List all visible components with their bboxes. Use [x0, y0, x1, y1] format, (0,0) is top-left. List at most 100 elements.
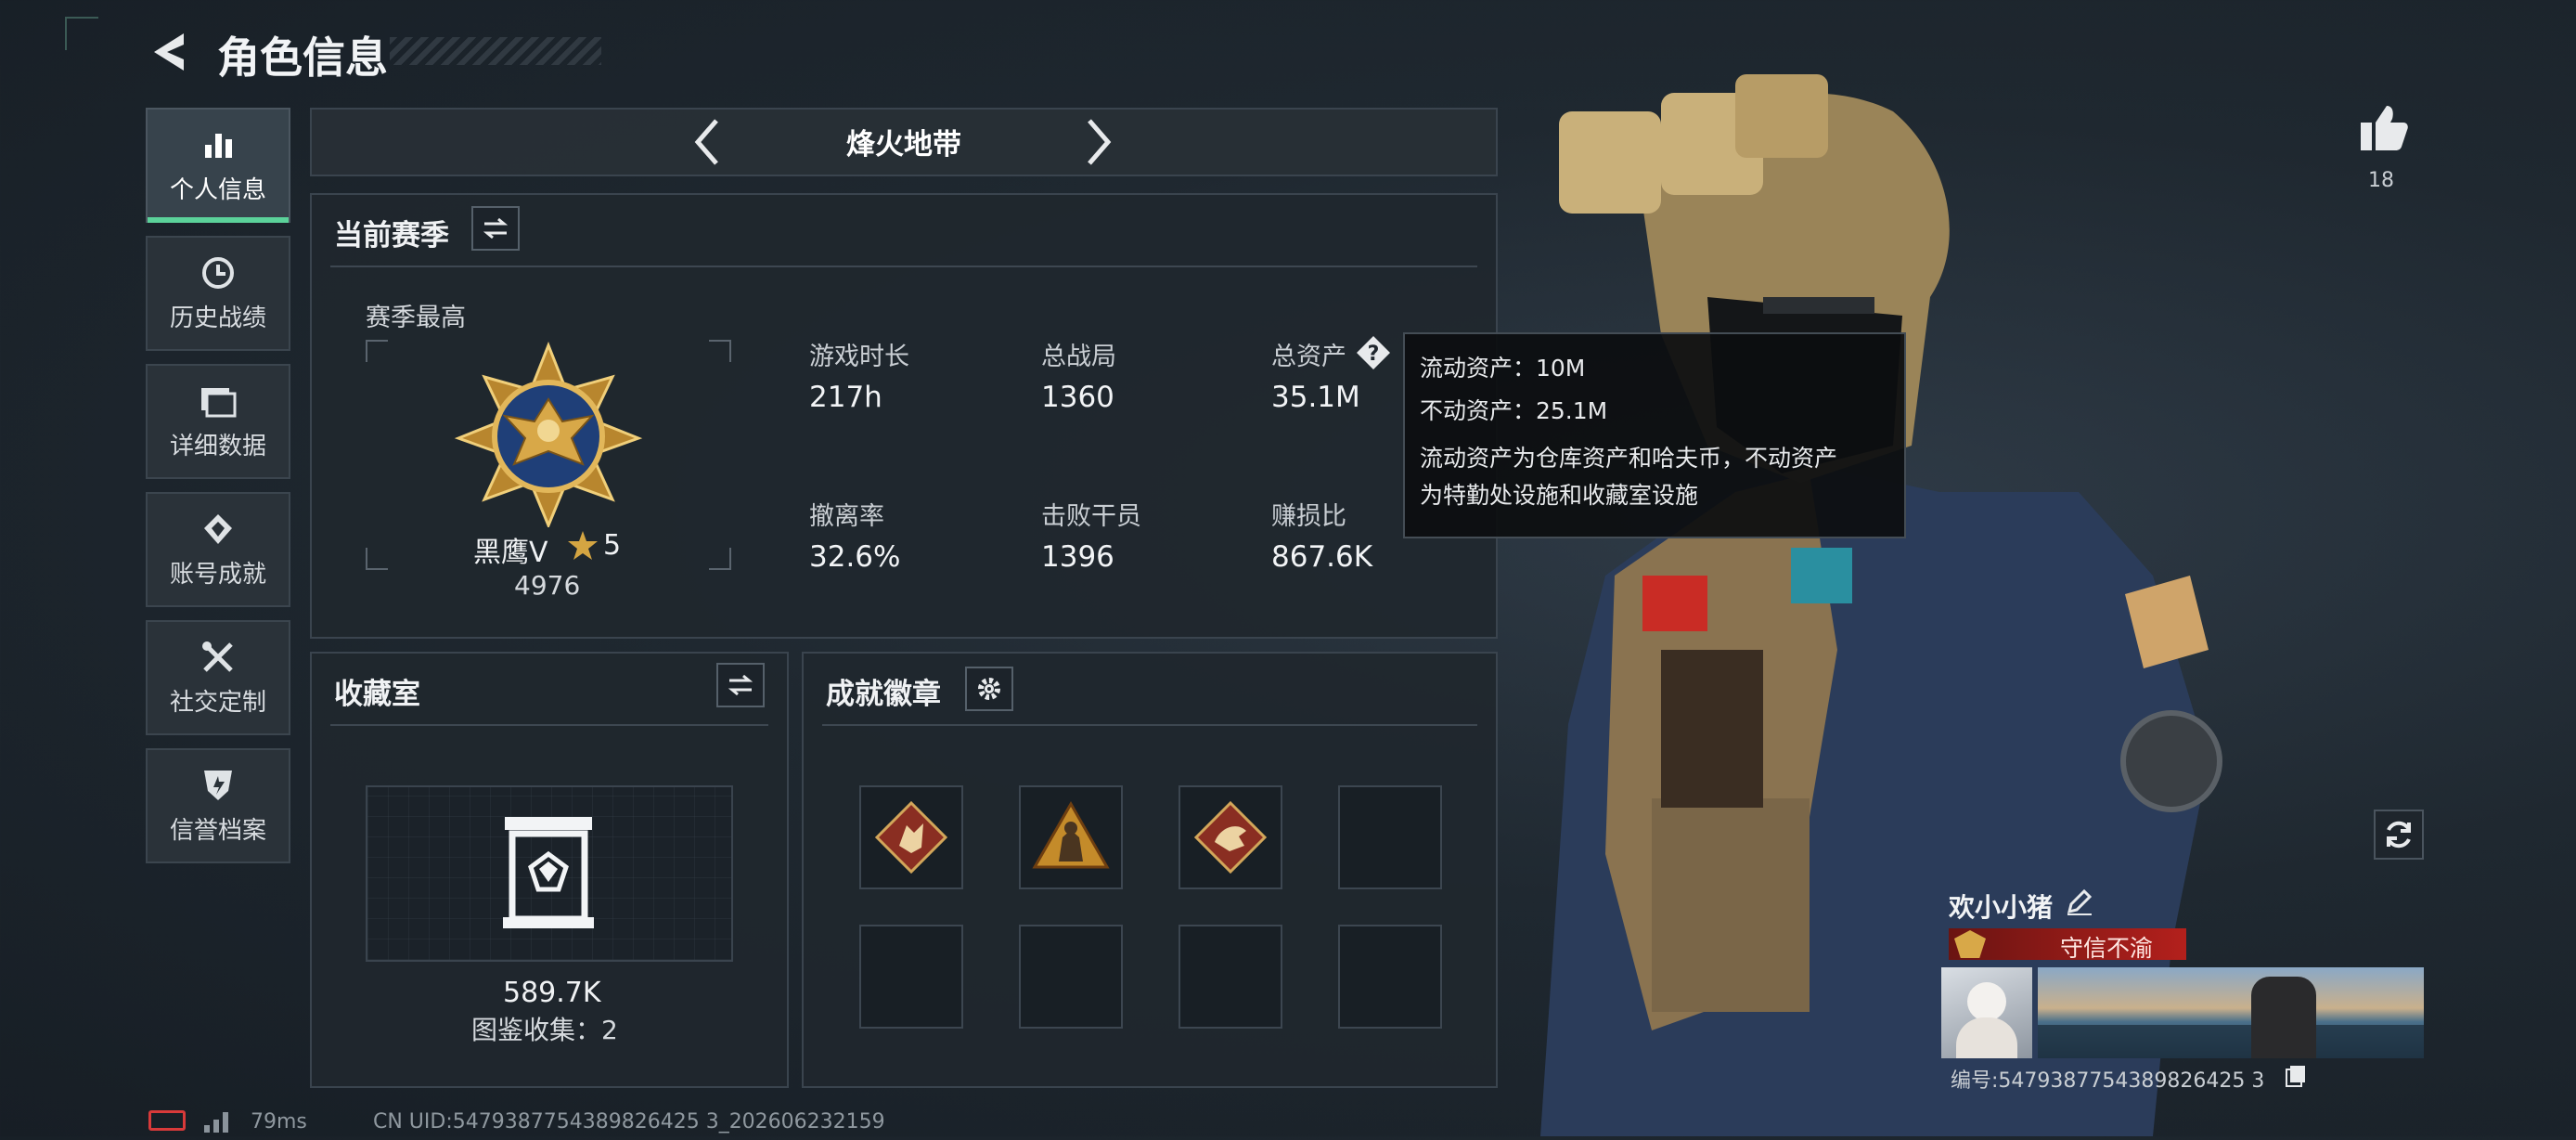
- previous-mode-button[interactable]: [687, 115, 728, 169]
- sidebar-item-personal-info[interactable]: 个人信息: [146, 108, 290, 223]
- stat-value-total-matches: 1360: [1041, 381, 1114, 414]
- sidebar-item-label: 历史战绩: [169, 304, 266, 332]
- like-count: 18: [2368, 169, 2394, 192]
- rank-star-icon: [566, 529, 599, 563]
- tooltip-description-line1: 流动资产为仓库资产和哈夫币，不动资产: [1420, 445, 1838, 472]
- bar-chart-icon: [148, 124, 289, 165]
- collection-switch-button[interactable]: [716, 663, 765, 707]
- chevron-right-icon: [1088, 119, 1112, 165]
- copy-icon: [2286, 1066, 2305, 1087]
- rank-points: 4976: [514, 570, 581, 601]
- title-stripes: [390, 37, 601, 65]
- clock-icon: [148, 253, 289, 293]
- stat-label-total-matches: 总战局: [1041, 343, 1116, 371]
- season-switch-button[interactable]: [471, 206, 520, 251]
- corner-decoration: [65, 17, 98, 50]
- rank-emblem: [453, 341, 644, 529]
- season-title: 当前赛季: [334, 219, 449, 253]
- stat-value-profit-ratio: 867.6K: [1271, 540, 1373, 574]
- sidebar-item-label: 详细数据: [169, 433, 266, 460]
- badge-slot[interactable]: [859, 785, 963, 889]
- stat-label-total-assets: 总资产: [1271, 343, 1346, 371]
- badge-slot[interactable]: [859, 925, 963, 1029]
- stat-value-playtime: 217h: [809, 381, 882, 414]
- collection-count: 图鉴收集：2: [471, 1015, 618, 1045]
- back-button[interactable]: [147, 28, 193, 76]
- divider: [822, 724, 1477, 726]
- badge-slot[interactable]: [1019, 925, 1123, 1029]
- tooltip-fixed-assets: 不动资产：25.1M: [1420, 397, 1608, 424]
- assets-help-icon[interactable]: ?: [1355, 334, 1392, 371]
- badge-slot[interactable]: [1019, 785, 1123, 889]
- tooltip-description-line2: 为特勤处设施和收藏室设施: [1420, 482, 1699, 509]
- badge-slot[interactable]: [1338, 925, 1442, 1029]
- gear-icon: [978, 678, 1000, 700]
- ping-label: 79ms: [251, 1110, 307, 1134]
- player-banner: [2038, 967, 2424, 1058]
- rank-name: 黑鹰V: [473, 537, 548, 569]
- sidebar-item-social[interactable]: 社交定制: [146, 620, 290, 735]
- mode-title: 烽火地带: [846, 128, 961, 162]
- assets-tooltip: 流动资产：10M 不动资产：25.1M 流动资产为仓库资产和哈夫币，不动资产 为…: [1403, 332, 1906, 538]
- collection-value: 589.7K: [503, 977, 601, 1009]
- sidebar-item-label: 个人信息: [169, 176, 266, 204]
- soldier-badge-icon: [1032, 800, 1110, 869]
- badges-settings-button[interactable]: [965, 667, 1013, 711]
- collection-title: 收藏室: [334, 678, 420, 711]
- chevron-left-icon: [694, 119, 718, 165]
- badge-slot[interactable]: [1179, 925, 1282, 1029]
- shield-icon: [148, 765, 289, 806]
- copy-id-button[interactable]: [2285, 1064, 2307, 1088]
- active-indicator: [148, 217, 289, 223]
- pencil-icon: [2067, 888, 2093, 915]
- sidebar-item-reputation[interactable]: 信誉档案: [146, 748, 290, 863]
- swap-icon: [728, 674, 753, 696]
- sidebar-item-label: 社交定制: [169, 689, 266, 717]
- badge-slot[interactable]: [1338, 785, 1442, 889]
- collection-room-icon: [499, 813, 598, 930]
- back-arrow-icon: [154, 33, 184, 71]
- player-id: 编号:5479387754389826425 3: [1951, 1069, 2265, 1093]
- badges-title: 成就徽章: [826, 678, 941, 711]
- wolf-badge-icon: [874, 800, 948, 874]
- signal-icon: [202, 1108, 234, 1133]
- like-button[interactable]: [2355, 100, 2411, 156]
- folder-icon: [148, 381, 289, 421]
- thumbs-up-icon: [2361, 106, 2408, 150]
- rank-stars: 5: [603, 529, 622, 562]
- stat-label-extraction-rate: 撤离率: [809, 502, 884, 531]
- stat-label-playtime: 游戏时长: [809, 343, 909, 371]
- tools-icon: [148, 637, 289, 678]
- honor-tag-text: 守信不渝: [2060, 935, 2154, 962]
- sidebar-item-history[interactable]: 历史战绩: [146, 236, 290, 351]
- honor-tag: 守信不渝: [1949, 928, 2186, 962]
- stat-value-total-assets: 35.1M: [1271, 381, 1360, 414]
- svg-text:?: ?: [1368, 343, 1380, 366]
- sidebar-item-achievements[interactable]: 账号成就: [146, 492, 290, 607]
- divider: [330, 266, 1477, 267]
- next-mode-button[interactable]: [1078, 115, 1119, 169]
- uid-label: CN UID:5479387754389826425 3_20260623215…: [373, 1110, 885, 1134]
- rotate-character-button[interactable]: [2374, 810, 2424, 860]
- sidebar-item-detailed-data[interactable]: 详细数据: [146, 364, 290, 479]
- honor-tag-icon: [1954, 930, 1986, 958]
- swap-icon: [483, 217, 509, 240]
- tooltip-liquid-assets: 流动资产：10M: [1420, 355, 1586, 382]
- stat-label-operators-defeated: 击败干员: [1041, 502, 1141, 531]
- achievement-icon: [148, 509, 289, 550]
- battery-icon: [148, 1110, 186, 1131]
- badge-slot[interactable]: [1179, 785, 1282, 889]
- dragon-badge-icon: [1193, 800, 1268, 874]
- season-best-label: 赛季最高: [366, 304, 466, 332]
- player-avatar[interactable]: [1941, 967, 2032, 1058]
- player-name: 欢小小猪: [1949, 892, 2054, 923]
- page-title: 角色信息: [217, 32, 388, 83]
- stat-value-extraction-rate: 32.6%: [809, 540, 901, 574]
- divider: [330, 724, 768, 726]
- stat-value-operators-defeated: 1396: [1041, 540, 1114, 574]
- edit-name-button[interactable]: [2064, 886, 2095, 917]
- stat-label-profit-ratio: 赚损比: [1271, 502, 1346, 531]
- sidebar-item-label: 账号成就: [169, 561, 266, 589]
- sidebar-item-label: 信誉档案: [169, 817, 266, 845]
- refresh-icon: [2387, 821, 2411, 849]
